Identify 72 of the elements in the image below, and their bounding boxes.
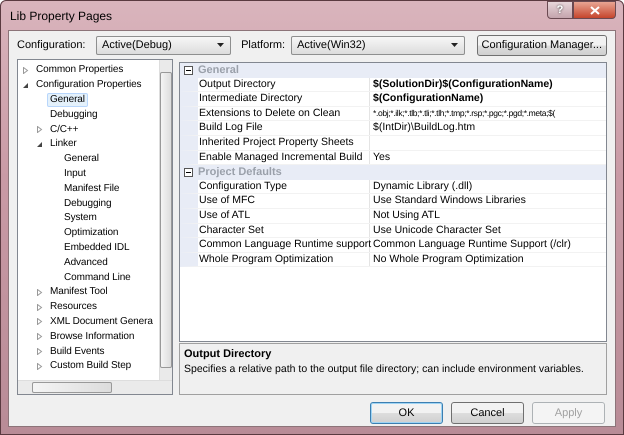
collapse-arrow-icon[interactable] (36, 140, 43, 148)
expand-arrow-icon[interactable] (36, 362, 43, 370)
platform-label: Platform: (241, 39, 286, 51)
property-name[interactable]: Character Set (198, 224, 370, 238)
property-name[interactable]: Use of ATL (198, 208, 370, 223)
property-value[interactable]: $(ConfigurationName) (370, 92, 606, 106)
tree-item[interactable]: Embedded IDL (61, 240, 133, 255)
tree-item[interactable]: C/C++ (47, 122, 82, 137)
tree-item[interactable]: Manifest Tool (47, 285, 110, 300)
expand-arrow-icon[interactable] (36, 304, 43, 311)
property-value[interactable]: $(IntDir)\BuildLog.htm (370, 121, 606, 135)
platform-dropdown[interactable]: Active(Win32) (291, 36, 465, 54)
expand-arrow-icon[interactable] (36, 348, 43, 356)
property-name[interactable]: Common Language Runtime support (198, 238, 370, 252)
tree-item[interactable]: Command Line (61, 270, 134, 285)
description-title: Output Directory (184, 348, 272, 360)
tree-item[interactable]: System (61, 211, 100, 226)
expand-arrow-icon[interactable] (36, 126, 43, 134)
close-icon (590, 6, 600, 14)
configuration-dropdown[interactable]: Active(Debug) (96, 36, 232, 54)
property-value[interactable]: Not Using ATL (370, 208, 606, 223)
tree-item[interactable]: Linker (47, 137, 80, 152)
dialog-button[interactable]: Cancel (451, 402, 524, 424)
property-name[interactable]: Configuration Type (198, 180, 370, 194)
description-text: Specifies a relative path to the output file directory; can include environment variables. (184, 363, 585, 375)
dialog-button[interactable]: OK (370, 402, 443, 424)
expand-arrow-icon[interactable] (36, 288, 43, 296)
property-value[interactable]: Yes (370, 150, 606, 164)
property-value[interactable]: Use Unicode Character Set (370, 224, 606, 238)
property-value[interactable]: Dynamic Library (.dll) (370, 180, 606, 194)
collapse-icon[interactable] (184, 66, 193, 75)
configuration-manager-button[interactable]: Configuration Manager... (476, 34, 608, 56)
collapse-arrow-icon[interactable] (22, 82, 29, 89)
property-name[interactable]: Inherited Project Property Sheets (198, 136, 370, 150)
property-name[interactable]: Whole Program Optimization (198, 252, 370, 266)
property-name[interactable]: Intermediate Directory (198, 92, 370, 106)
property-name[interactable]: Output Directory (198, 78, 370, 92)
tree-item[interactable]: Configuration Properties (33, 78, 144, 92)
horizontal-scrollbar[interactable] (18, 380, 172, 394)
tree-item[interactable]: Common Properties (33, 63, 126, 78)
vertical-scrollbar[interactable] (159, 60, 172, 380)
property-name[interactable]: Build Log File (198, 121, 370, 135)
tree-item[interactable]: General (61, 152, 102, 166)
expand-arrow-icon[interactable] (22, 66, 29, 74)
close-button[interactable] (573, 1, 616, 19)
tree-item[interactable]: Debugging (61, 196, 114, 211)
configuration-label: Configuration: (17, 39, 86, 51)
tree-item[interactable]: Browse Information (47, 330, 138, 344)
window-title: Lib Property Pages (10, 9, 112, 23)
property-value[interactable]: Use Standard Windows Libraries (370, 194, 606, 208)
property-name[interactable]: Enable Managed Incremental Build (198, 150, 370, 164)
dropdown-arrow-icon (450, 43, 458, 47)
property-value[interactable]: Common Language Runtime Support (/clr) (370, 238, 606, 252)
tree-item[interactable]: Manifest File (61, 182, 122, 196)
tree-item[interactable]: Advanced (61, 256, 111, 270)
expand-arrow-icon[interactable] (36, 333, 43, 340)
property-name[interactable]: Extensions to Delete on Clean (198, 106, 370, 120)
property-value[interactable]: No Whole Program Optimization (370, 252, 606, 266)
tree-item[interactable]: Resources (47, 300, 100, 314)
tree-item[interactable]: Custom Build Step (47, 359, 134, 374)
expand-arrow-icon[interactable] (36, 318, 43, 326)
tree-item[interactable]: Input (61, 166, 89, 181)
tree-item[interactable]: XML Document Genera (47, 314, 156, 329)
tree-item[interactable]: Debugging (47, 108, 100, 122)
tree-item[interactable]: General (47, 92, 88, 107)
tree-item[interactable]: Build Events (47, 344, 108, 359)
dropdown-arrow-icon (217, 43, 224, 47)
collapse-icon[interactable] (184, 168, 193, 177)
property-value[interactable]: $(SolutionDir)$(ConfigurationName) (370, 78, 606, 92)
property-name[interactable]: Use of MFC (198, 194, 370, 208)
tree-item[interactable]: Optimization (61, 226, 122, 240)
property-value[interactable]: *.obj;*.ilk;*.tlb;*.tli;*.tlh;*.tmp;*.rsp;*.pgc;*.pgd;*.meta;$( (370, 106, 606, 120)
